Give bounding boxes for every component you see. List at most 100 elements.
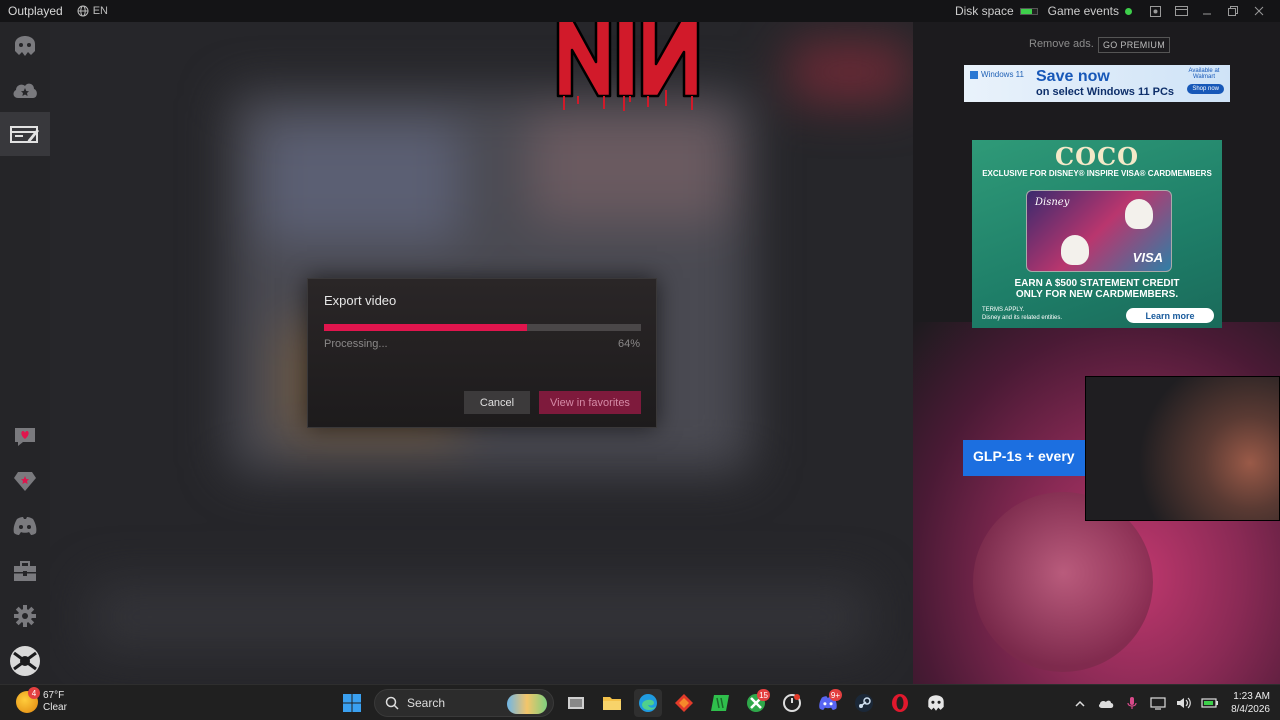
windows-brand: Windows 11 [970,70,1024,79]
disney-visa-ad[interactable]: COCO EXCLUSIVE FOR DISNEY® INSPIRE VISA®… [972,140,1222,328]
language-selector[interactable]: EN [77,5,108,17]
restore-icon[interactable] [1220,0,1246,22]
file-explorer-button[interactable] [598,689,626,717]
app-green-button[interactable] [706,689,734,717]
windows-ad-banner[interactable]: Windows 11 Save now on select Windows 11… [964,65,1230,102]
game-events-label[interactable]: Game events [1048,4,1119,18]
search-icon [385,696,399,710]
layout-icon[interactable] [1168,0,1194,22]
task-view-button[interactable] [562,689,590,717]
ad-retailer: Available at Walmart [1188,68,1220,80]
export-video-dialog: Export video Processing... 64% Cancel Vi… [307,278,657,428]
weather-badge: 4 [28,687,40,699]
minimize-icon[interactable] [1194,0,1220,22]
title-bar: Outplayed EN Disk space Game events [0,0,1280,22]
taskbar-apps: Search 15 9+ [334,689,954,717]
weather-widget[interactable]: 4 67°F Clear [16,687,67,714]
app-window: Outplayed EN Disk space Game events Expo… [0,0,1280,720]
sidebar-item-profile[interactable] [0,639,50,683]
skull-art-icon [1061,235,1089,265]
export-progress-bar [324,324,641,331]
sidebar-item-discord[interactable] [0,504,50,548]
ad-headline: Save now [1036,68,1110,85]
ad-shop-now-button[interactable]: Shop now [1187,84,1224,94]
sidebar-item-cloud[interactable] [0,68,50,112]
ad-panel: Remove ads. GO PREMIUM Windows 11 Save n… [913,22,1280,684]
dialog-title: Export video [324,293,397,308]
close-icon[interactable] [1246,0,1272,22]
view-in-favorites-button[interactable]: View in favorites [539,391,641,414]
start-button[interactable] [338,689,366,717]
folder-icon [603,697,621,710]
record-icon[interactable] [1142,0,1168,22]
app-name: Outplayed [8,4,63,18]
windows-brand-label: Windows 11 [981,70,1024,79]
disk-space-fill [1020,8,1032,14]
main-content: Export video Processing... 64% Cancel Vi… [50,22,913,684]
disk-space-meter [1019,7,1038,15]
microphone-icon[interactable] [1121,692,1143,714]
timer-app-icon [783,694,801,712]
export-progress-fill [324,324,527,331]
sidebar-item-premium[interactable] [0,459,50,503]
outplayed-icon [928,695,944,711]
card-brand: Disney [1035,197,1070,208]
chevron-up-icon[interactable] [1069,692,1091,714]
user-avatar-icon [10,646,40,676]
steam-button[interactable] [850,689,878,717]
sidebar-item-feedback[interactable] [0,415,50,459]
sidebar [0,22,50,684]
heart-message-icon [15,428,35,446]
game-events-status-dot [1125,7,1132,15]
ad-coco-title: COCO [1054,142,1139,171]
card-network: VISA [1132,250,1163,265]
opera-button[interactable] [886,689,914,717]
channel-logo [556,22,700,111]
glp-ad-banner[interactable]: GLP-1s + every [963,440,1088,476]
task-view-icon [568,697,584,709]
skull-art-icon [1125,199,1153,229]
sidebar-item-tools[interactable] [0,549,50,593]
edge-button[interactable] [634,689,662,717]
onedrive-icon[interactable] [1095,692,1117,714]
volume-icon[interactable] [1173,692,1195,714]
gem-icon [14,472,36,491]
disk-space-label: Disk space [954,4,1014,18]
network-icon[interactable] [1147,692,1169,714]
app-red-button[interactable] [670,689,698,717]
learn-more-button[interactable]: Learn more [1126,308,1214,323]
clock-time: 1:23 AM [1233,691,1270,702]
discord-taskbar-button[interactable]: 9+ [814,689,842,717]
cancel-button[interactable]: Cancel [464,391,530,414]
outplayed-taskbar-button[interactable] [922,689,950,717]
battery-icon[interactable] [1199,692,1221,714]
sidebar-item-settings[interactable] [0,594,50,638]
xbox-button[interactable]: 15 [742,689,770,717]
ad-coco-subtitle: EXCLUSIVE FOR DISNEY® INSPIRE VISA® CARD… [982,169,1212,178]
ad-subline: on select Windows 11 PCs [1036,86,1175,98]
globe-icon [77,5,89,17]
diamond-app-icon [675,694,693,712]
go-premium-button[interactable]: GO PREMIUM [1098,37,1171,53]
discord-badge: 9+ [828,689,842,701]
search-label: Search [407,696,446,710]
ad-coco-terms-sub: Disney and its related entities. [982,315,1063,321]
remove-ads-label: Remove ads. [1029,38,1094,50]
system-tray: 1:23 AM 8/4/2026 [1067,685,1270,720]
ad-coco-terms: TERMS APPLY. Disney and its related enti… [982,306,1062,322]
cloud-icon [13,83,37,98]
overwolf-tray-button[interactable] [778,689,806,717]
toolbox-icon [14,561,36,581]
ad-coco-offer-line1: EARN A $500 STATEMENT CREDIT [1014,278,1180,289]
discord-icon [13,517,37,535]
media-editor-icon [10,126,39,143]
ad-coco-offer: EARN A $500 STATEMENT CREDIT ONLY FOR NE… [972,278,1222,300]
glp-ad-text: GLP-1s + every [973,448,1075,464]
sidebar-item-editor[interactable] [0,112,50,156]
sidebar-item-home[interactable] [0,24,50,68]
taskbar-search[interactable]: Search [374,689,554,717]
language-label: EN [92,5,108,17]
overwolf-logo-icon [15,36,35,56]
system-clock[interactable]: 1:23 AM 8/4/2026 [1231,690,1270,716]
title-bar-right: Disk space Game events [955,0,1272,22]
